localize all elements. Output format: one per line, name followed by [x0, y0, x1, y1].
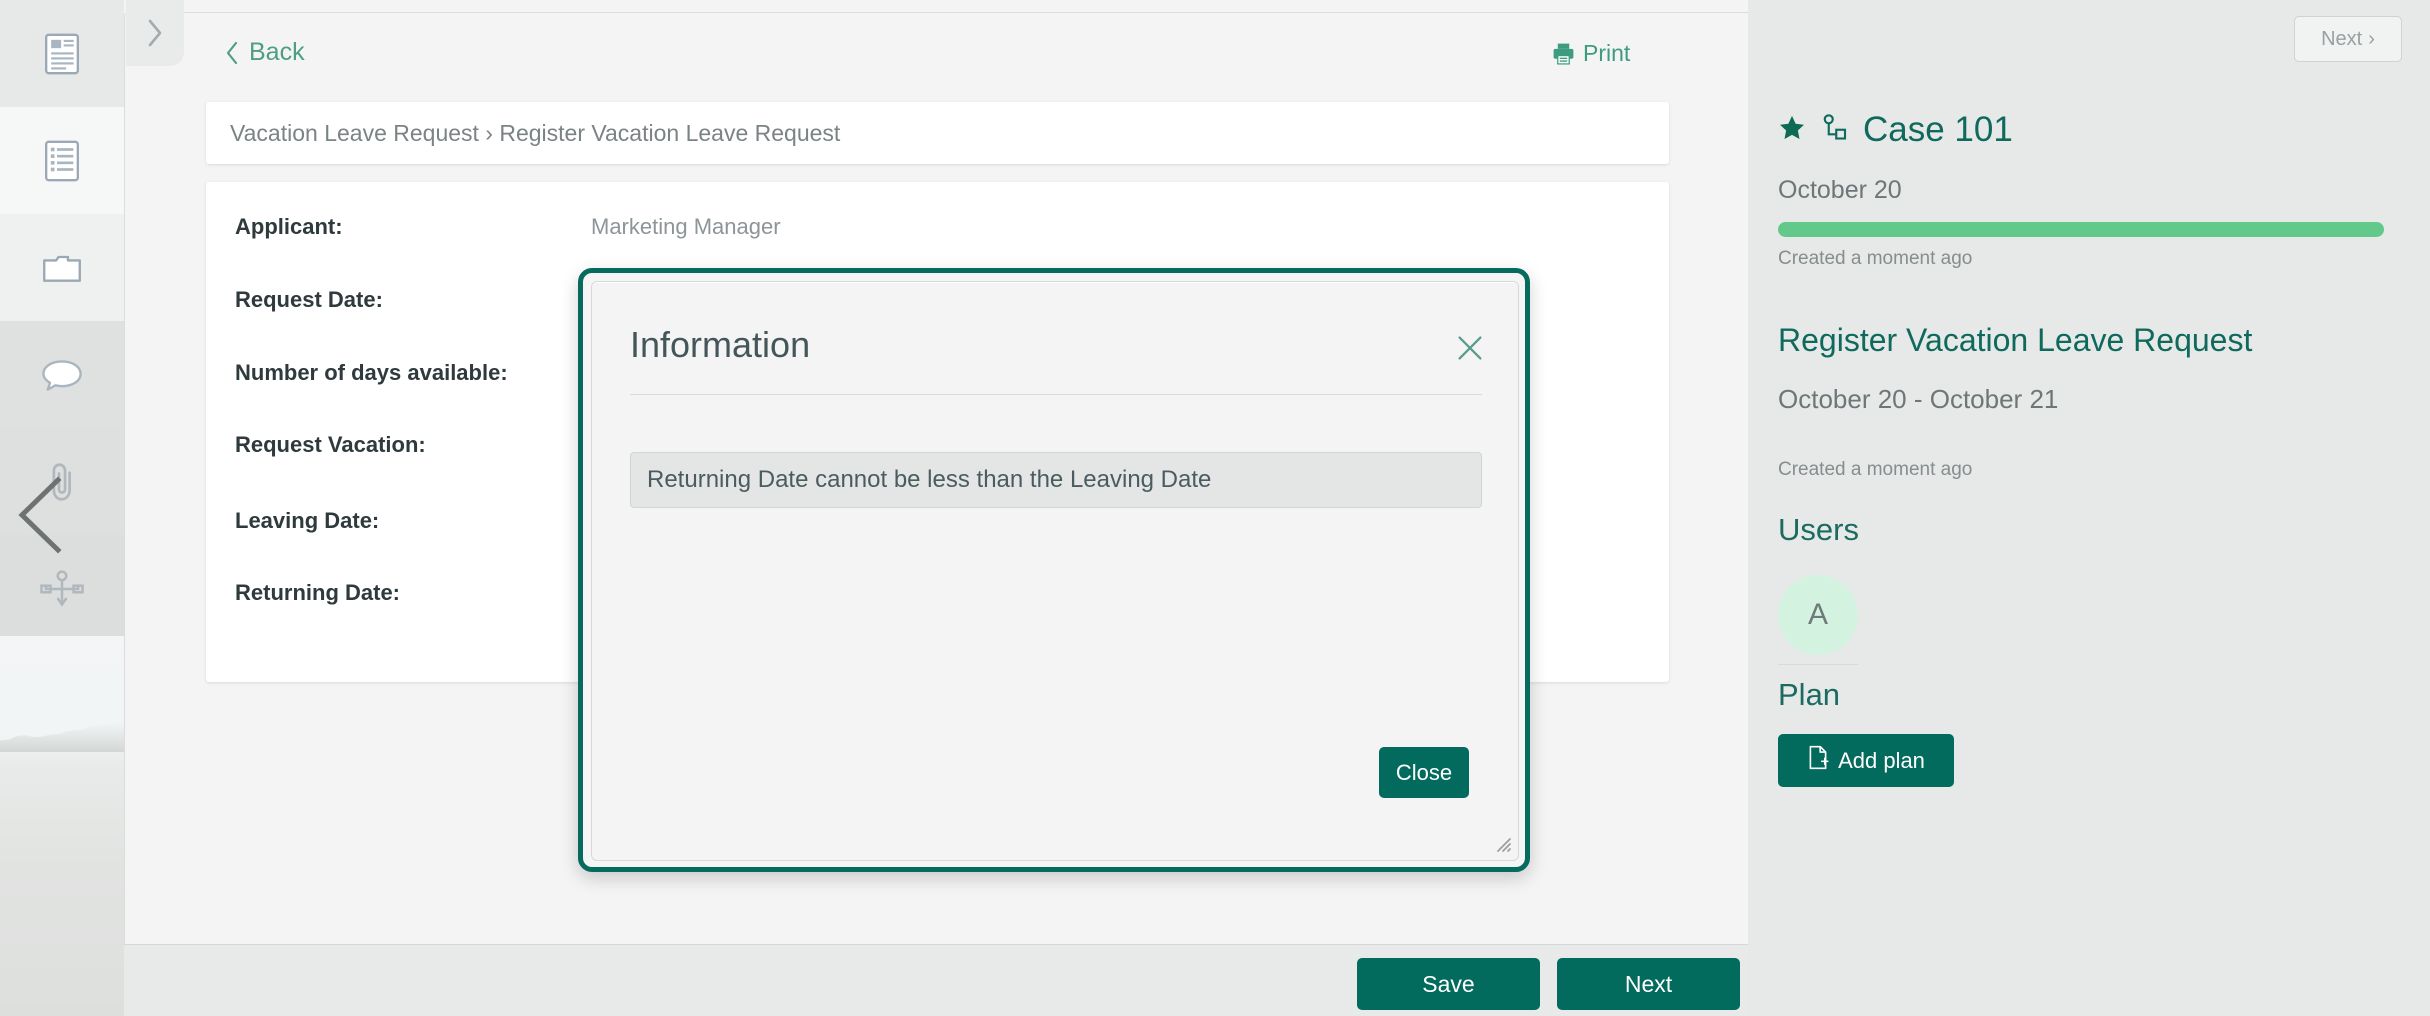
form-icon [42, 32, 82, 76]
dialog-divider [630, 394, 1482, 395]
form-label-days-available: Number of days available: [235, 360, 508, 385]
form-label-request-date: Request Date: [235, 287, 383, 312]
breadcrumb-card: Vacation Leave Request › Register Vacati… [206, 102, 1669, 164]
right-sidebar: Next › Case 101 October 20 Created a mom… [1748, 0, 2430, 1016]
rail-item-form[interactable] [0, 0, 124, 107]
print-label: Print [1583, 40, 1631, 66]
dialog-message-box: Returning Date cannot be less than the L… [630, 452, 1482, 508]
chevron-left-icon [226, 41, 238, 64]
form-label-applicant: Applicant: [235, 214, 343, 239]
dialog-inner: Information Returning Date cannot be les… [591, 281, 1519, 861]
dialog-resize-handle[interactable] [1490, 831, 1512, 853]
users-heading: Users [1778, 512, 1859, 547]
case-progress-fill [1778, 222, 2384, 237]
case-progress-bar [1778, 222, 2384, 237]
task-dates: October 20 - October 21 [1778, 384, 2059, 414]
case-date: October 20 [1778, 176, 1902, 204]
next-step-button[interactable]: Next › [2294, 16, 2402, 62]
form-label-leaving-date: Leaving Date: [235, 508, 380, 533]
task-title[interactable]: Register Vacation Leave Request [1778, 322, 2252, 359]
back-label: Back [249, 38, 305, 66]
close-icon[interactable] [1452, 330, 1488, 366]
expand-panel-button[interactable] [126, 0, 184, 66]
dialog-close-button[interactable]: Close [1379, 747, 1469, 798]
case-created-timestamp: Created a moment ago [1778, 248, 1973, 269]
breadcrumb: Vacation Leave Request › Register Vacati… [230, 119, 841, 146]
process-icon [39, 569, 85, 609]
add-plan-label: Add plan [1838, 747, 1925, 773]
task-created-timestamp: Created a moment ago [1778, 459, 1973, 480]
next-step-label: Next [2321, 27, 2363, 50]
next-button[interactable]: Next [1557, 958, 1740, 1010]
app-root: Back Print Vacation Leave Request › Regi… [0, 0, 2430, 1016]
plan-heading: Plan [1778, 677, 1841, 712]
rail-item-documents[interactable] [0, 214, 124, 321]
rail-item-list[interactable] [0, 107, 124, 214]
list-icon [42, 139, 82, 183]
add-document-icon [1807, 745, 1829, 776]
form-row-applicant: Applicant: Marketing Manager [206, 198, 1669, 271]
chevron-right-icon [148, 19, 162, 47]
avatar[interactable]: A [1778, 575, 1858, 655]
form-value-applicant: Marketing Manager [591, 214, 781, 239]
case-title: Case 101 [1863, 110, 2013, 149]
dialog-title: Information [630, 324, 811, 365]
collapse-sidebar-chevron-icon[interactable] [12, 470, 70, 560]
printer-icon [1553, 43, 1574, 65]
back-button[interactable]: Back [224, 38, 305, 67]
case-title-row: Case 101 [1777, 110, 2013, 150]
save-button[interactable]: Save [1357, 958, 1540, 1010]
print-button[interactable]: Print [1551, 40, 1630, 67]
form-label-returning-date: Returning Date: [235, 580, 400, 605]
form-label-request-vacation: Request Vacation: [235, 432, 426, 457]
folder-icon [40, 250, 84, 286]
star-icon[interactable] [1777, 113, 1807, 148]
dialog-message-text: Returning Date cannot be less than the L… [647, 466, 1212, 493]
toolbar: Back Print [124, 12, 1748, 92]
case-link-icon [1821, 113, 1849, 148]
add-plan-button[interactable]: Add plan [1778, 734, 1954, 787]
comment-icon [40, 355, 84, 395]
rail-background-photo [0, 636, 124, 1016]
users-divider [1778, 664, 1858, 665]
rail-item-comments[interactable] [0, 321, 124, 428]
chevron-right-icon: › [2368, 27, 2375, 50]
footer-bar: Save Next [124, 944, 1748, 1016]
information-dialog: Information Returning Date cannot be les… [578, 268, 1530, 872]
